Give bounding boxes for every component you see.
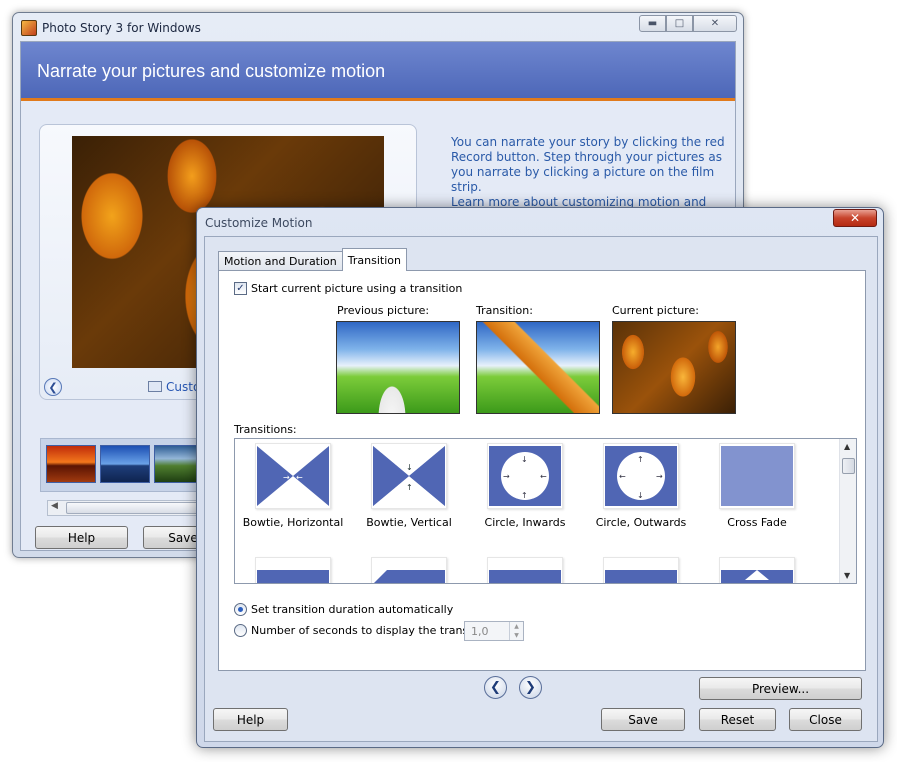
transition-cross-fade[interactable]: Cross Fade xyxy=(702,443,812,529)
transitions-label: Transitions: xyxy=(234,423,297,436)
checkbox-checked-icon[interactable]: ✓ xyxy=(234,282,247,295)
current-picture-label: Current picture: xyxy=(612,304,699,317)
dialog-save-button[interactable]: Save xyxy=(601,708,685,731)
duration-auto-label: Set transition duration automatically xyxy=(251,603,454,616)
transition-partial-icon xyxy=(255,557,331,583)
scroll-up-icon[interactable]: ▲ xyxy=(844,442,850,451)
customize-motion-dialog: Customize Motion ✕ Motion and Duration T… xyxy=(196,207,884,748)
svg-text:←: ← xyxy=(540,472,547,481)
page-banner: Narrate your pictures and customize moti… xyxy=(21,42,735,101)
cross-fade-icon xyxy=(719,443,795,509)
transition-preview-image xyxy=(476,321,600,414)
bowtie-horizontal-icon: → ← xyxy=(255,443,331,509)
stepper-arrows-icon[interactable]: ▲ ▼ xyxy=(509,622,523,640)
transition-name: Bowtie, Horizontal xyxy=(242,516,344,529)
svg-text:→: → xyxy=(283,473,290,482)
dialog-close-icon[interactable]: ✕ xyxy=(833,209,877,227)
duration-manual-label: Number of seconds to display the transit… xyxy=(251,624,493,637)
dialog-title: Customize Motion xyxy=(205,216,313,230)
close-window-button[interactable]: ✕ xyxy=(693,15,737,32)
caption-buttons: ▬ □ ✕ xyxy=(639,15,737,32)
transition-name: Circle, Inwards xyxy=(484,516,566,529)
duration-manual-radio-row[interactable]: Number of seconds to display the transit… xyxy=(234,624,492,637)
transition-tab-page: ✓ Start current picture using a transiti… xyxy=(218,270,866,671)
transition-thumbnail-partial[interactable] xyxy=(238,557,348,583)
previous-picture-nav-button[interactable]: ❮ xyxy=(484,676,507,699)
transition-partial-icon xyxy=(603,557,679,583)
dialog-help-button[interactable]: Help xyxy=(213,708,288,731)
transition-thumbnail-partial[interactable] xyxy=(702,557,812,583)
scroll-down-icon[interactable]: ▼ xyxy=(844,571,850,580)
transition-partial-icon xyxy=(487,557,563,583)
svg-text:↓: ↓ xyxy=(406,463,413,472)
transition-thumbnail-partial[interactable] xyxy=(470,557,580,583)
seconds-stepper[interactable]: 1,0 ▲ ▼ xyxy=(464,621,524,641)
start-with-transition-label: Start current picture using a transition xyxy=(251,282,463,295)
main-window-title: Photo Story 3 for Windows xyxy=(42,21,201,35)
next-picture-nav-button[interactable]: ❯ xyxy=(519,676,542,699)
svg-text:→: → xyxy=(656,472,663,481)
svg-text:↓: ↓ xyxy=(521,455,528,464)
transition-bowtie-horizontal[interactable]: → ← Bowtie, Horizontal xyxy=(238,443,348,529)
dialog-tabs: Motion and Duration Transition xyxy=(218,248,407,271)
transition-circle-outwards[interactable]: ↑ ↓ ← → Circle, Outwards xyxy=(586,443,696,529)
svg-text:↑: ↑ xyxy=(521,491,528,500)
svg-text:←: ← xyxy=(619,472,626,481)
dialog-reset-button[interactable]: Reset xyxy=(699,708,776,731)
maximize-button[interactable]: □ xyxy=(666,15,693,32)
transition-thumbnail-partial[interactable] xyxy=(586,557,696,583)
previous-picture-image xyxy=(336,321,460,414)
film-strip-thumbnail[interactable] xyxy=(46,445,96,483)
start-with-transition-checkbox-row[interactable]: ✓ Start current picture using a transiti… xyxy=(234,282,462,295)
transition-name: Circle, Outwards xyxy=(595,516,687,529)
previous-picture-button[interactable]: ❮ xyxy=(44,378,62,396)
circle-outwards-icon: ↑ ↓ ← → xyxy=(603,443,679,509)
previous-picture-label: Previous picture: xyxy=(337,304,430,317)
transition-bowtie-vertical[interactable]: ↓ ↑ Bowtie, Vertical xyxy=(354,443,464,529)
transition-name: Cross Fade xyxy=(727,516,787,529)
circle-inwards-icon: ↓ ↑ → ← xyxy=(487,443,563,509)
radio-unselected-icon[interactable] xyxy=(234,624,247,637)
transition-preview-label: Transition: xyxy=(476,304,533,317)
dialog-client-area: Motion and Duration Transition ✓ Start c… xyxy=(204,236,878,742)
bowtie-vertical-icon: ↓ ↑ xyxy=(371,443,447,509)
tab-motion-and-duration[interactable]: Motion and Duration xyxy=(218,251,343,271)
svg-text:↑: ↑ xyxy=(637,455,644,464)
page-title: Narrate your pictures and customize moti… xyxy=(37,61,386,81)
svg-text:→: → xyxy=(503,472,510,481)
seconds-value: 1,0 xyxy=(471,625,489,638)
minimize-button[interactable]: ▬ xyxy=(639,15,666,32)
transition-partial-icon xyxy=(371,557,447,583)
transitions-scrollbar[interactable]: ▲ ▼ xyxy=(839,439,856,583)
radio-selected-icon[interactable] xyxy=(234,603,247,616)
svg-text:←: ← xyxy=(296,473,303,482)
photo-story-app-icon xyxy=(21,20,37,36)
narration-help-text: You can narrate your story by clicking t… xyxy=(451,135,725,194)
transition-thumbnail-partial[interactable] xyxy=(354,557,464,583)
main-titlebar: Photo Story 3 for Windows ▬ □ ✕ xyxy=(13,13,743,41)
current-picture-image xyxy=(612,321,736,414)
transition-name: Bowtie, Vertical xyxy=(366,516,452,529)
svg-text:↓: ↓ xyxy=(637,491,644,500)
duration-auto-radio-row[interactable]: Set transition duration automatically xyxy=(234,603,453,616)
svg-text:↑: ↑ xyxy=(406,483,413,492)
scrollbar-thumb[interactable] xyxy=(842,458,855,474)
transition-circle-inwards[interactable]: ↓ ↑ → ← Circle, Inwards xyxy=(470,443,580,529)
transitions-list: → ← Bowtie, Horizontal ↓ ↑ Bowtie, Verti… xyxy=(234,438,857,584)
main-help-button[interactable]: Help xyxy=(35,526,128,549)
customize-motion-icon xyxy=(148,381,162,392)
preview-button[interactable]: Preview... xyxy=(699,677,862,700)
film-strip-thumbnail[interactable] xyxy=(100,445,150,483)
dialog-close-button[interactable]: Close xyxy=(789,708,862,731)
transition-partial-icon xyxy=(719,557,795,583)
tab-transition[interactable]: Transition xyxy=(341,248,407,271)
scroll-left-icon[interactable]: ◀ xyxy=(51,501,58,511)
